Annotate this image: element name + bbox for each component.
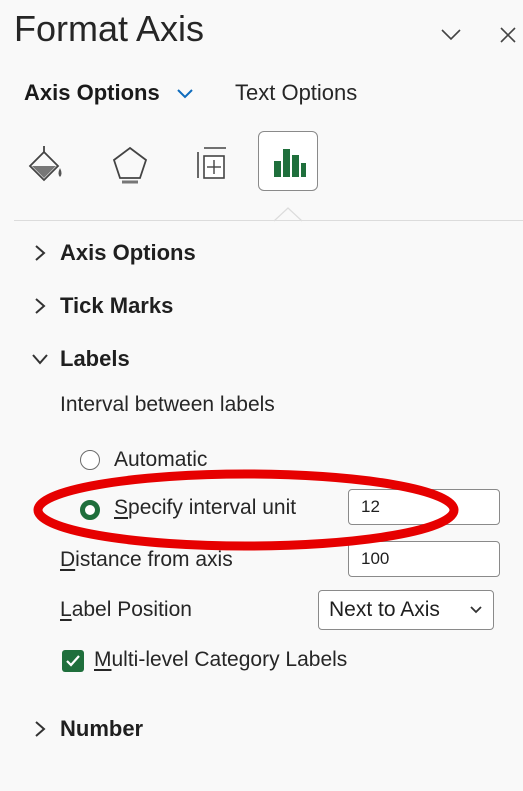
specify-interval-label: Specify interval unit — [114, 496, 297, 519]
label-position-value: Next to Axis — [329, 598, 440, 621]
distance-label: Distance from axis — [60, 548, 233, 571]
fill-line-tab[interactable] — [16, 134, 76, 194]
label-position-select[interactable]: Next to Axis — [318, 590, 494, 630]
section-label: Tick Marks — [60, 293, 174, 318]
chevron-down-icon — [470, 606, 482, 614]
tab-axis-options[interactable]: Axis Options — [24, 80, 194, 106]
automatic-radio[interactable] — [80, 450, 100, 470]
section-axis-options[interactable]: Axis Options — [30, 240, 196, 266]
chevron-right-icon — [35, 721, 46, 737]
section-number[interactable]: Number — [30, 716, 143, 742]
chevron-down-icon — [441, 29, 461, 41]
specify-interval-radio[interactable] — [80, 500, 100, 520]
tab-axis-options-label: Axis Options — [24, 80, 160, 105]
multilevel-checkbox[interactable] — [62, 650, 84, 672]
close-icon — [500, 27, 516, 43]
checkmark-icon — [66, 655, 80, 667]
size-properties-tab[interactable] — [182, 134, 242, 194]
close-button[interactable] — [494, 18, 522, 52]
label-position-label: Label Position — [60, 598, 192, 621]
chevron-down-icon — [32, 354, 48, 365]
interval-heading: Interval between labels — [60, 393, 275, 416]
effects-tab[interactable] — [100, 134, 160, 194]
size-properties-icon — [197, 147, 226, 179]
section-label: Labels — [60, 346, 130, 371]
axis-options-tab[interactable] — [258, 131, 318, 191]
fill-line-icon — [28, 146, 62, 182]
chevron-right-icon — [35, 245, 46, 261]
pane-title: Format Axis — [14, 8, 205, 49]
section-tick-marks[interactable]: Tick Marks — [30, 293, 173, 319]
section-label: Axis Options — [60, 240, 196, 265]
effects-icon — [112, 146, 148, 184]
divider — [14, 220, 523, 221]
axis-options-icon — [274, 149, 306, 177]
multilevel-label: Multi-level Category Labels — [94, 648, 348, 671]
section-label: Number — [60, 716, 144, 741]
section-labels[interactable]: Labels — [30, 346, 130, 372]
distance-from-axis-input[interactable] — [348, 541, 500, 577]
tab-text-options[interactable]: Text Options — [235, 80, 357, 106]
interval-unit-input[interactable] — [348, 489, 500, 525]
chevron-down-icon — [177, 89, 193, 99]
chevron-right-icon — [35, 298, 46, 314]
automatic-label: Automatic — [114, 448, 208, 471]
task-pane-options-button[interactable] — [434, 18, 468, 52]
